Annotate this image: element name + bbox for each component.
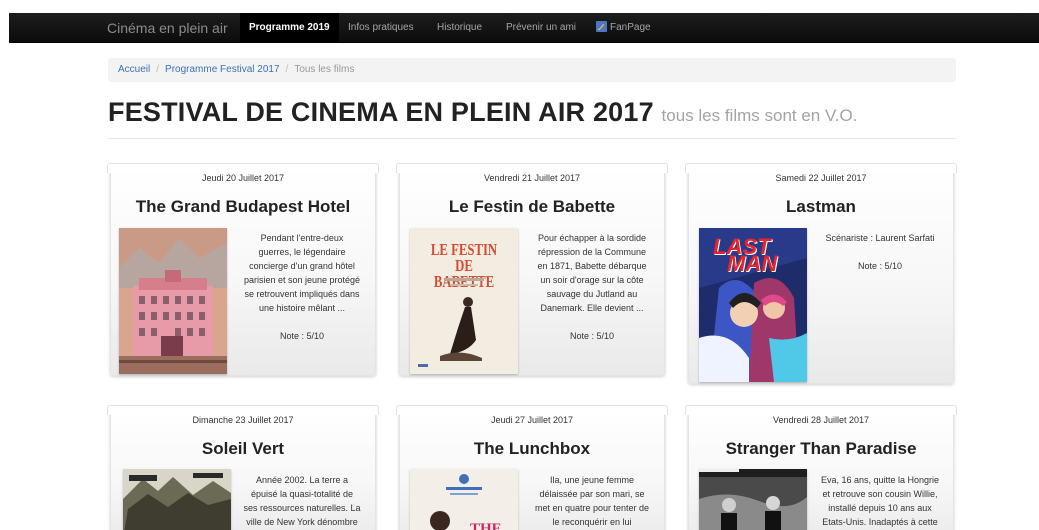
film-synopsis: Scénariste : Laurent Sarfati xyxy=(807,231,953,245)
synopsis-line: Année 2002. La terre a xyxy=(255,475,349,485)
poster-babette-figure xyxy=(418,278,484,367)
synopsis-line: et retrouve son cousin Willie, xyxy=(822,489,938,499)
poster-stranger-image xyxy=(699,469,807,530)
nav-fanpage-label: FanPage xyxy=(610,22,651,33)
film-card-stranger-than-paradise[interactable]: Vendredi 28 Juillet 2017 Stranger Than P… xyxy=(685,405,957,530)
synopsis-line: ville de New York dénombre xyxy=(246,517,358,527)
film-poster[interactable]: THE xyxy=(410,469,518,530)
film-note: Note : 5/10 xyxy=(857,261,903,271)
synopsis-line: Scénariste : Laurent Sarfati xyxy=(825,233,935,243)
synopsis-line: sauvage du Jutland au xyxy=(546,289,638,299)
card-tab xyxy=(107,163,379,173)
synopsis-line: guerres, le légendaire xyxy=(258,247,346,257)
film-synopsis: Pendant l'entre-deux guerres, le légenda… xyxy=(229,231,375,315)
synopsis-line: délaissée par son mari, se xyxy=(539,489,645,499)
nav-programme[interactable]: Programme 2019 xyxy=(240,13,339,43)
synopsis-line: Pour échapper à la sordide xyxy=(537,233,647,243)
synopsis-line: épuisé la quasi-totalité de xyxy=(250,489,354,499)
synopsis-line: Pendant l'entre-deux xyxy=(260,233,344,243)
synopsis-line: un soir d'orage sur la côte xyxy=(540,275,644,285)
breadcrumb-separator: / xyxy=(156,64,160,75)
film-poster[interactable]: LE FESTIN DE BABETTE xyxy=(410,228,518,374)
film-card-lunchbox[interactable]: Jeudi 27 Juillet 2017 The Lunchbox THE I… xyxy=(396,405,668,530)
film-date: Vendredi 28 Juillet 2017 xyxy=(772,415,870,425)
nav-infos-pratiques[interactable]: Infos pratiques xyxy=(339,13,423,43)
film-poster[interactable] xyxy=(123,469,231,530)
film-poster[interactable] xyxy=(699,469,807,530)
breadcrumb-current: Tous les films xyxy=(294,64,355,75)
synopsis-line: ses ressources naturelles. La xyxy=(243,503,361,513)
film-card-grand-budapest[interactable]: Jeudi 20 Juillet 2017 The Grand Budapest… xyxy=(107,163,379,376)
film-poster[interactable] xyxy=(119,228,227,374)
film-synopsis: Ila, une jeune femme délaissée par son m… xyxy=(520,473,664,529)
top-navbar: Cinéma en plein air Programme 2019 Infos… xyxy=(9,13,1039,43)
breadcrumb-festival[interactable]: Programme Festival 2017 xyxy=(165,64,280,75)
film-title[interactable]: Lastman xyxy=(689,197,953,217)
synopsis-line: en 1871, Babette débarque xyxy=(537,261,647,271)
synopsis-line: se retrouvent impliqués dans xyxy=(244,289,360,299)
page-subtitle: tous les films sont en V.O. xyxy=(661,106,858,125)
synopsis-line: une histoire mêlant ... xyxy=(258,303,346,313)
film-synopsis: Pour échapper à la sordide répression de… xyxy=(520,231,664,315)
film-note: Note : 5/10 xyxy=(279,331,325,341)
nav-historique[interactable]: Historique xyxy=(428,13,491,43)
synopsis-line: concierge d'un grand hôtel xyxy=(249,261,355,271)
breadcrumb-separator: / xyxy=(285,64,289,75)
card-tab xyxy=(107,405,379,415)
poster-lunchbox-image xyxy=(410,469,518,530)
facebook-icon xyxy=(596,21,607,32)
breadcrumb: Accueil / Programme Festival 2017 / Tous les… xyxy=(108,58,956,82)
synopsis-line: parisien et son jeune protégé xyxy=(243,275,361,285)
poster-grand-budapest-image xyxy=(119,228,227,374)
film-card-lastman[interactable]: Samedi 22 Juillet 2017 Lastman LAST MAN … xyxy=(685,163,957,384)
film-title[interactable]: The Lunchbox xyxy=(400,439,664,459)
synopsis-line: Ila, une jeune femme xyxy=(549,475,635,485)
synopsis-line: met en quatre pour tenter de xyxy=(534,503,650,513)
film-card-soleil-vert[interactable]: Dimanche 23 Juillet 2017 Soleil Vert Ann… xyxy=(107,405,379,530)
film-title[interactable]: The Grand Budapest Hotel xyxy=(111,197,375,217)
synopsis-line: Etats-Unis. Inadaptés à cette xyxy=(822,517,938,527)
card-tab xyxy=(396,405,668,415)
page-title: FESTIVAL DE CINEMA EN PLEIN AIR 2017 tou… xyxy=(108,97,956,128)
card-tab xyxy=(685,405,957,415)
film-card-festin-babette[interactable]: Vendredi 21 Juillet 2017 Le Festin de Ba… xyxy=(396,163,668,376)
film-date: Vendredi 21 Juillet 2017 xyxy=(483,173,581,183)
film-note: Note : 5/10 xyxy=(569,331,615,341)
poster-logo: LAST MAN xyxy=(713,236,793,275)
synopsis-line: installé depuis 10 ans aux xyxy=(828,503,932,513)
brand-link[interactable]: Cinéma en plein air xyxy=(107,20,228,36)
poster-title: THE xyxy=(470,521,502,530)
film-title[interactable]: Stranger Than Paradise xyxy=(689,439,953,459)
card-tab xyxy=(396,163,668,173)
synopsis-line: Eva, 16 ans, quitte la Hongrie xyxy=(820,475,940,485)
synopsis-line: le reconquérir en lui xyxy=(552,517,632,527)
film-synopsis: Année 2002. La terre a épuisé la quasi-t… xyxy=(229,473,375,529)
page-title-text: FESTIVAL DE CINEMA EN PLEIN AIR 2017 xyxy=(108,97,654,127)
film-title[interactable]: Le Festin de Babette xyxy=(400,197,664,217)
film-date: Dimanche 23 Juillet 2017 xyxy=(192,415,294,425)
synopsis-line: Danemark. Elle devient ... xyxy=(540,303,644,313)
nav-fanpage[interactable]: FanPage xyxy=(587,13,660,43)
poster-soleil-vert-image xyxy=(123,469,231,530)
breadcrumb-home[interactable]: Accueil xyxy=(118,64,150,75)
film-date: Samedi 22 Juillet 2017 xyxy=(775,173,867,183)
film-title[interactable]: Soleil Vert xyxy=(111,439,375,459)
page-header: FESTIVAL DE CINEMA EN PLEIN AIR 2017 tou… xyxy=(108,97,956,139)
film-poster[interactable]: LAST MAN xyxy=(699,228,807,382)
film-date: Jeudi 20 Juillet 2017 xyxy=(201,173,285,183)
film-synopsis: Eva, 16 ans, quitte la Hongrie et retrou… xyxy=(807,473,953,529)
film-date: Jeudi 27 Juillet 2017 xyxy=(490,415,574,425)
card-tab xyxy=(685,163,957,173)
nav-prevenir-ami[interactable]: Prévenir un ami xyxy=(497,13,585,43)
synopsis-line: répression de la Commune xyxy=(537,247,647,257)
